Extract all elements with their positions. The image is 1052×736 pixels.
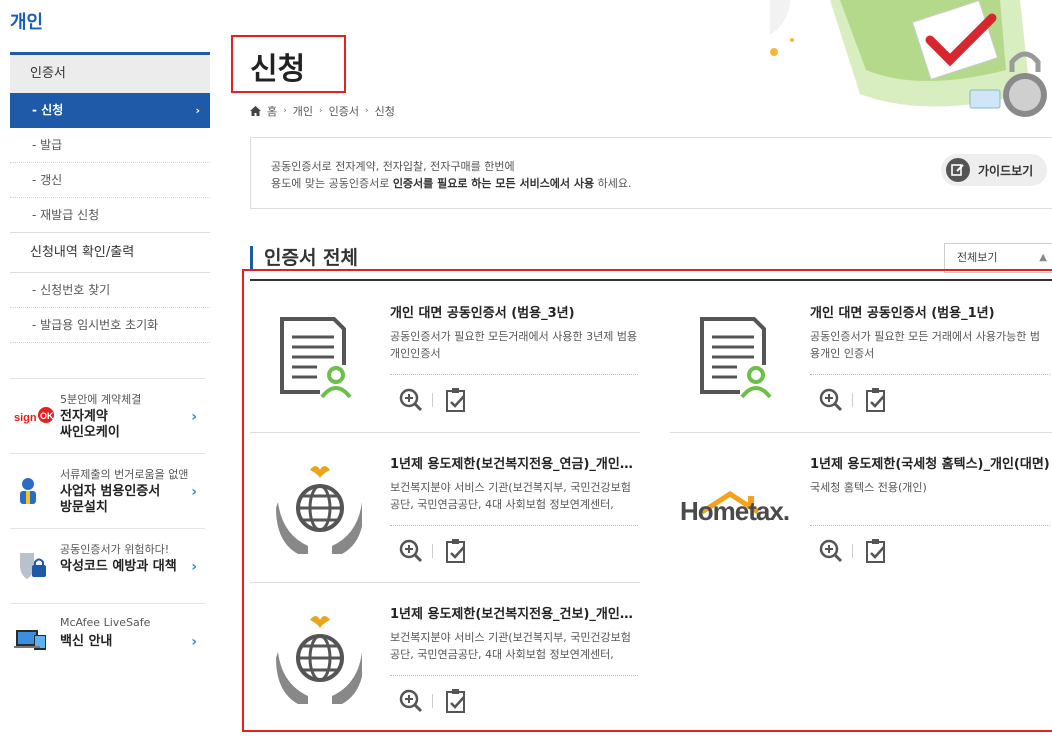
promo-title: 사업자 범용인증서 방문설치 <box>60 484 161 515</box>
sidebar-heading-certificate[interactable]: 인증서 <box>10 55 210 93</box>
list-top-border <box>250 279 1052 281</box>
action-divider <box>852 544 853 558</box>
chevron-right-icon: › <box>191 484 197 500</box>
svg-text:sign: sign <box>14 412 37 424</box>
chevron-right-icon: › <box>191 634 197 650</box>
section-title: 인증서 전체 <box>250 246 358 270</box>
card-divider <box>810 374 1050 375</box>
certificate-card[interactable]: 1년제 용도제한(보건복지전용_건보)_개인… 보건복지분야 서비스 기관(보건… <box>250 583 640 733</box>
info-line-1: 공동인증서로 전자계약, 전자입찰, 전자구매를 한번에 <box>271 160 515 173</box>
breadcrumb-apply[interactable]: 신청 <box>375 103 395 119</box>
clipboard-check-icon[interactable] <box>863 387 889 413</box>
clipboard-check-icon[interactable] <box>443 387 469 413</box>
certificate-card[interactable]: 1년제 용도제한(보건복지전용_연금)_개인… 보건복지분야 서비스 기관(보건… <box>250 433 640 583</box>
edit-guide-icon <box>946 158 970 182</box>
sidebar-item-apply[interactable]: - 신청 › <box>10 93 210 128</box>
promo-visit-install[interactable]: 서류제출의 번거로움을 없앤 사업자 범용인증서 방문설치 › <box>10 453 205 528</box>
card-description: 공동인증서가 필요한 모든 거래에서 사용가능한 범용개인 인증서 <box>810 330 1041 360</box>
shield-lock-icon <box>20 553 46 579</box>
card-title[interactable]: 1년제 용도제한(국세청 홈텍스)_개인(대면) <box>810 453 1050 472</box>
card-divider <box>810 525 1050 526</box>
chevron-up-icon: ▲ <box>1039 252 1047 263</box>
left-navigation: 인증서 - 신청 › - 발급 - 갱신 - 재발급 신청 신청내역 확인/출력… <box>10 52 210 343</box>
clipboard-check-icon[interactable] <box>863 538 889 564</box>
action-divider <box>432 544 433 558</box>
card-title[interactable]: 1년제 용도제한(보건복지전용_연금)_개인… <box>390 453 640 472</box>
guide-button[interactable]: 가이드보기 <box>941 154 1047 186</box>
guide-button-label: 가이드보기 <box>978 163 1034 178</box>
card-description: 국세청 홈텍스 전용(개인) <box>810 481 927 494</box>
svg-text:OK: OK <box>40 411 54 421</box>
zoom-in-icon[interactable] <box>398 538 424 564</box>
promo-mcafee[interactable]: McAfee LiveSafe 백신 안내 › <box>10 603 205 678</box>
promo-malware[interactable]: 공동인증서가 위험하다! 악성코드 예방과 대책 › <box>10 528 205 603</box>
card-divider <box>390 525 638 526</box>
breadcrumb-home[interactable]: 홈 <box>267 103 277 119</box>
action-divider <box>432 393 433 407</box>
hometax-logo-text: Hometax. <box>680 496 790 526</box>
globe-hands-icon <box>276 616 362 704</box>
card-description: 보건복지분야 서비스 기관(보건복지부, 국민건강보험공단, 국민연금공단, 4… <box>390 631 631 661</box>
section-brand: 개인 <box>10 12 44 33</box>
card-divider <box>390 374 638 375</box>
clipboard-check-icon[interactable] <box>443 538 469 564</box>
signok-logo-icon: sign OK <box>14 407 54 424</box>
clipboard-check-icon[interactable] <box>443 688 469 714</box>
globe-hands-icon <box>276 466 362 554</box>
promo-caption: 서류제출의 번거로움을 없앤 <box>60 468 189 481</box>
breadcrumb-personal[interactable]: 개인 <box>293 103 313 119</box>
card-title[interactable]: 개인 대면 공동인증서 (범용_3년) <box>390 302 640 321</box>
promo-banner-list: sign OK 5분안에 계약체결 전자계약 싸인오케이 › 서류제출의 번거로움… <box>10 378 205 678</box>
breadcrumb-separator-icon: › <box>364 106 369 116</box>
breadcrumb-separator-icon: › <box>318 106 323 116</box>
promo-title: 악성코드 예방과 대책 <box>60 559 177 574</box>
visiting-agent-icon <box>20 478 36 504</box>
zoom-in-icon[interactable] <box>818 538 844 564</box>
promo-caption: 5분안에 계약체결 <box>60 393 142 406</box>
home-icon[interactable] <box>250 106 261 116</box>
sidebar-item-reissue[interactable]: - 재발급 신청 <box>10 198 210 233</box>
card-title[interactable]: 개인 대면 공동인증서 (범용_1년) <box>810 302 1050 321</box>
certificate-card[interactable]: Hometax. 1년제 용도제한(국세청 홈텍스)_개인(대면) 국세청 홈텍… <box>670 433 1052 583</box>
card-description: 공동인증서가 필요한 모든거래에서 사용한 3년제 범용개인인증서 <box>390 330 638 360</box>
breadcrumb: 홈 › 개인 › 인증서 › 신청 <box>250 103 395 119</box>
sidebar-category-history[interactable]: 신청내역 확인/출력 <box>10 233 210 273</box>
card-title[interactable]: 1년제 용도제한(보건복지전용_건보)_개인… <box>390 603 640 622</box>
page-title: 신청 <box>250 52 306 87</box>
promo-title: 백신 안내 <box>60 634 113 649</box>
promo-title: 전자계약 싸인오케이 <box>60 409 120 440</box>
promo-signok[interactable]: sign OK 5분안에 계약체결 전자계약 싸인오케이 › <box>10 378 205 453</box>
sidebar-item-find-number[interactable]: - 신청번호 찾기 <box>10 273 210 308</box>
mcafee-devices-icon <box>14 630 46 650</box>
zoom-in-icon[interactable] <box>818 387 844 413</box>
certificate-hero-illustration <box>770 0 1047 117</box>
sidebar-item-label: - 신청 <box>32 103 64 117</box>
card-divider <box>390 675 638 676</box>
action-divider <box>432 694 433 708</box>
sidebar-item-issue[interactable]: - 발급 <box>10 128 210 163</box>
breadcrumb-separator-icon: › <box>283 106 287 116</box>
sidebar-item-reset-temp-number[interactable]: - 발급용 임시번호 초기화 <box>10 308 210 343</box>
certificate-card[interactable]: 개인 대면 공동인증서 (범용_3년) 공동인증서가 필요한 모든거래에서 사용… <box>250 282 640 432</box>
info-line-2: 용도에 맞는 공동인증서로 인증서를 필요로 하는 모든 서비스에서 사용 하세… <box>271 177 632 190</box>
card-description: 보건복지분야 서비스 기관(보건복지부, 국민건강보험공단, 국민연금공단, 4… <box>390 481 631 511</box>
chevron-right-icon: › <box>191 559 197 575</box>
chevron-right-icon: › <box>191 409 197 425</box>
zoom-in-icon[interactable] <box>398 387 424 413</box>
chevron-right-icon: › <box>195 104 200 117</box>
document-person-icon <box>280 317 352 399</box>
breadcrumb-certificate[interactable]: 인증서 <box>329 103 359 119</box>
promo-caption: 공동인증서가 위험하다! <box>60 543 170 556</box>
view-filter-value: 전체보기 <box>957 251 998 264</box>
document-person-icon <box>700 317 772 399</box>
sidebar-item-renew[interactable]: - 갱신 <box>10 163 210 198</box>
promo-caption: McAfee LiveSafe <box>60 616 151 629</box>
info-box: 공동인증서로 전자계약, 전자입찰, 전자구매를 한번에 용도에 맞는 공동인증… <box>250 137 1052 209</box>
action-divider <box>852 393 853 407</box>
zoom-in-icon[interactable] <box>398 688 424 714</box>
certificate-card[interactable]: 개인 대면 공동인증서 (범용_1년) 공동인증서가 필요한 모든 거래에서 사… <box>670 282 1052 432</box>
